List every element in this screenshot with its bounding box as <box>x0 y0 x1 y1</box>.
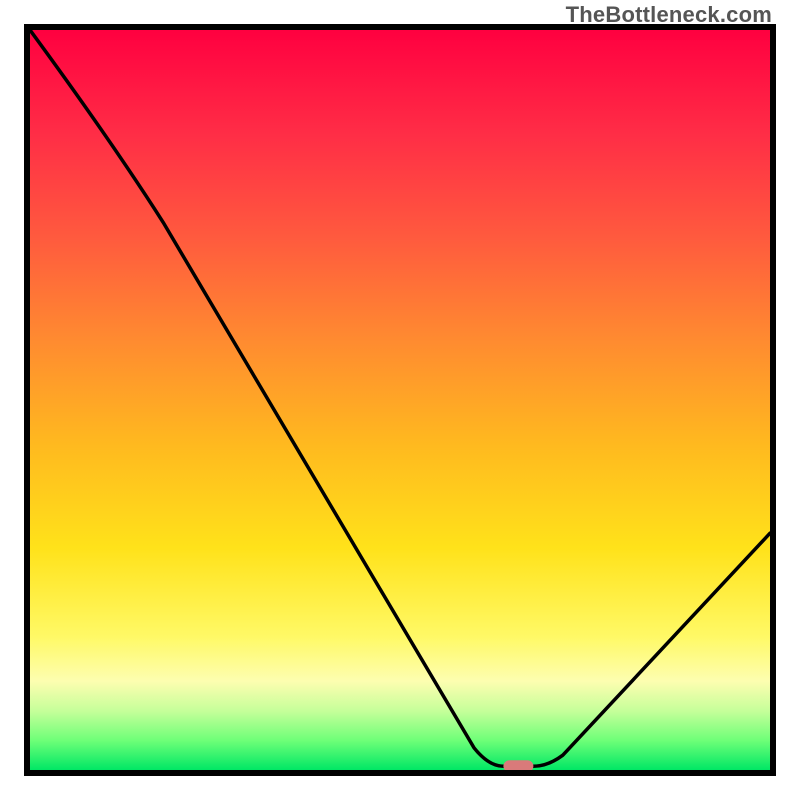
curve-overlay <box>30 30 770 770</box>
bottleneck-curve-path <box>30 30 770 766</box>
plot-area <box>24 24 776 776</box>
chart-container: TheBottleneck.com <box>0 0 800 800</box>
optimum-marker <box>503 760 533 770</box>
